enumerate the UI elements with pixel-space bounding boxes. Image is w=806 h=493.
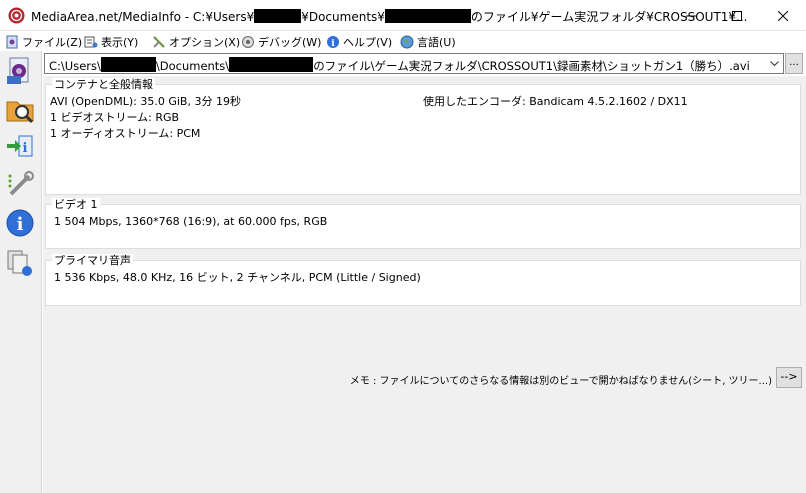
video-section: ビデオ 1 1 504 Mbps, 1360*768 (16:9), at 60… <box>45 198 801 249</box>
menu-help[interactable]: i ヘルプ(V) <box>326 33 392 50</box>
open-folder-icon <box>6 101 34 124</box>
open-file-icon <box>7 57 29 84</box>
menu-view-label: 表示(Y) <box>101 35 139 49</box>
audio-title: プライマリ音声 <box>52 254 133 267</box>
chevron-down-icon <box>769 60 779 66</box>
menu-debug-label: デバッグ(W) <box>258 35 322 49</box>
export-icon: i <box>7 135 33 157</box>
about-icon: i <box>6 209 34 237</box>
export-button[interactable]: i <box>4 131 36 163</box>
general-video-streams: 1 ビデオストリーム: RGB <box>50 111 180 124</box>
menu-file[interactable]: ファイル(Z) <box>5 33 82 50</box>
options-icon <box>153 35 165 48</box>
more-info-button[interactable]: --> <box>776 367 802 388</box>
path-prefix: C:\Users\ <box>49 59 101 73</box>
info-panel: コンテナと全般情報 AVI (OpenDML): 35.0 GiB, 3分 19… <box>43 76 806 493</box>
title-bar: MediaArea.net/MediaInfo - C:¥Users¥ ¥Docu… <box>0 0 806 31</box>
language-icon <box>400 35 414 48</box>
redacted-folder <box>229 57 314 72</box>
menu-help-label: ヘルプ(V) <box>343 35 393 49</box>
menu-view[interactable]: 表示(Y) <box>84 33 138 50</box>
menu-options[interactable]: オプション(X) <box>152 33 240 50</box>
svg-text:i: i <box>17 214 24 235</box>
file-path-text: C:\Users\ \Documents\ のファイル\ゲーム実況フォルダ\CROS… <box>49 57 750 74</box>
preferences-button[interactable] <box>4 169 36 201</box>
maximize-button[interactable] <box>714 0 760 31</box>
close-icon <box>778 10 788 21</box>
about-button[interactable]: i <box>4 207 36 239</box>
path-suffix: のファイル\ゲーム実況フォルダ\CROSSOUT1\録画素材\ショットガン1（勝… <box>313 59 750 73</box>
audio-details: 1 536 Kbps, 48.0 KHz, 16 ビット, 2 チャンネル, P… <box>54 271 421 284</box>
debug-icon <box>242 35 254 48</box>
maximize-icon <box>732 10 742 21</box>
general-section: コンテナと全般情報 AVI (OpenDML): 35.0 GiB, 3分 19… <box>45 78 801 195</box>
svg-text:i: i <box>331 39 335 49</box>
title-prefix: MediaArea.net/MediaInfo - C:¥Users¥ <box>31 10 255 24</box>
file-path-combobox[interactable]: C:\Users\ \Documents\ のファイル\ゲーム実況フォルダ\CROS… <box>44 53 784 74</box>
window-title: MediaArea.net/MediaInfo - C:¥Users¥ ¥Docu… <box>31 8 748 25</box>
minimize-button[interactable] <box>668 0 714 31</box>
menu-bar: ファイル(Z) 表示(Y) オプション(X) デバッグ(W) i ヘルプ(V) … <box>0 31 806 51</box>
view-icon <box>84 36 98 47</box>
title-mid: ¥Documents¥ <box>301 10 385 24</box>
help-icon: i <box>327 35 339 49</box>
redacted-username <box>254 9 302 23</box>
open-file-button[interactable] <box>4 55 36 87</box>
minimize-icon <box>686 15 696 16</box>
combo-dropdown-button[interactable] <box>765 54 783 73</box>
redacted-username <box>100 57 156 72</box>
left-toolbar: i i <box>0 51 42 493</box>
path-mid: \Documents\ <box>155 59 230 73</box>
video-title: ビデオ 1 <box>52 198 100 211</box>
menu-language[interactable]: 言語(U) <box>400 33 456 50</box>
menu-options-label: オプション(X) <box>169 35 241 49</box>
menu-language-label: 言語(U) <box>417 35 456 49</box>
close-button[interactable] <box>760 0 806 31</box>
general-encoder: 使用したエンコーダ: Bandicam 4.5.2.1602 / DX11 <box>423 95 688 108</box>
more-info-note: メモ : ファイルについてのさらなる情報は別のビューで開かねばなりません(シート… <box>349 376 772 387</box>
menu-file-label: ファイル(Z) <box>22 35 83 49</box>
video-details: 1 504 Mbps, 1360*768 (16:9), at 60.000 f… <box>54 215 328 228</box>
file-list-button[interactable] <box>4 247 36 279</box>
audio-section: プライマリ音声 1 536 Kbps, 48.0 KHz, 16 ビット, 2 … <box>45 254 801 306</box>
general-audio-streams: 1 オーディオストリーム: PCM <box>50 127 201 140</box>
menu-debug[interactable]: デバッグ(W) <box>241 33 321 50</box>
file-list-icon <box>7 250 32 276</box>
general-format: AVI (OpenDML): 35.0 GiB, 3分 19秒 <box>50 95 241 108</box>
mediainfo-app-icon <box>8 7 25 24</box>
redacted-folder <box>384 9 471 23</box>
open-folder-button[interactable] <box>4 93 36 125</box>
file-icon <box>6 35 18 48</box>
browse-button[interactable]: ... <box>785 53 803 74</box>
preferences-icon <box>8 171 34 196</box>
svg-text:i: i <box>23 141 28 156</box>
general-title: コンテナと全般情報 <box>52 78 155 91</box>
